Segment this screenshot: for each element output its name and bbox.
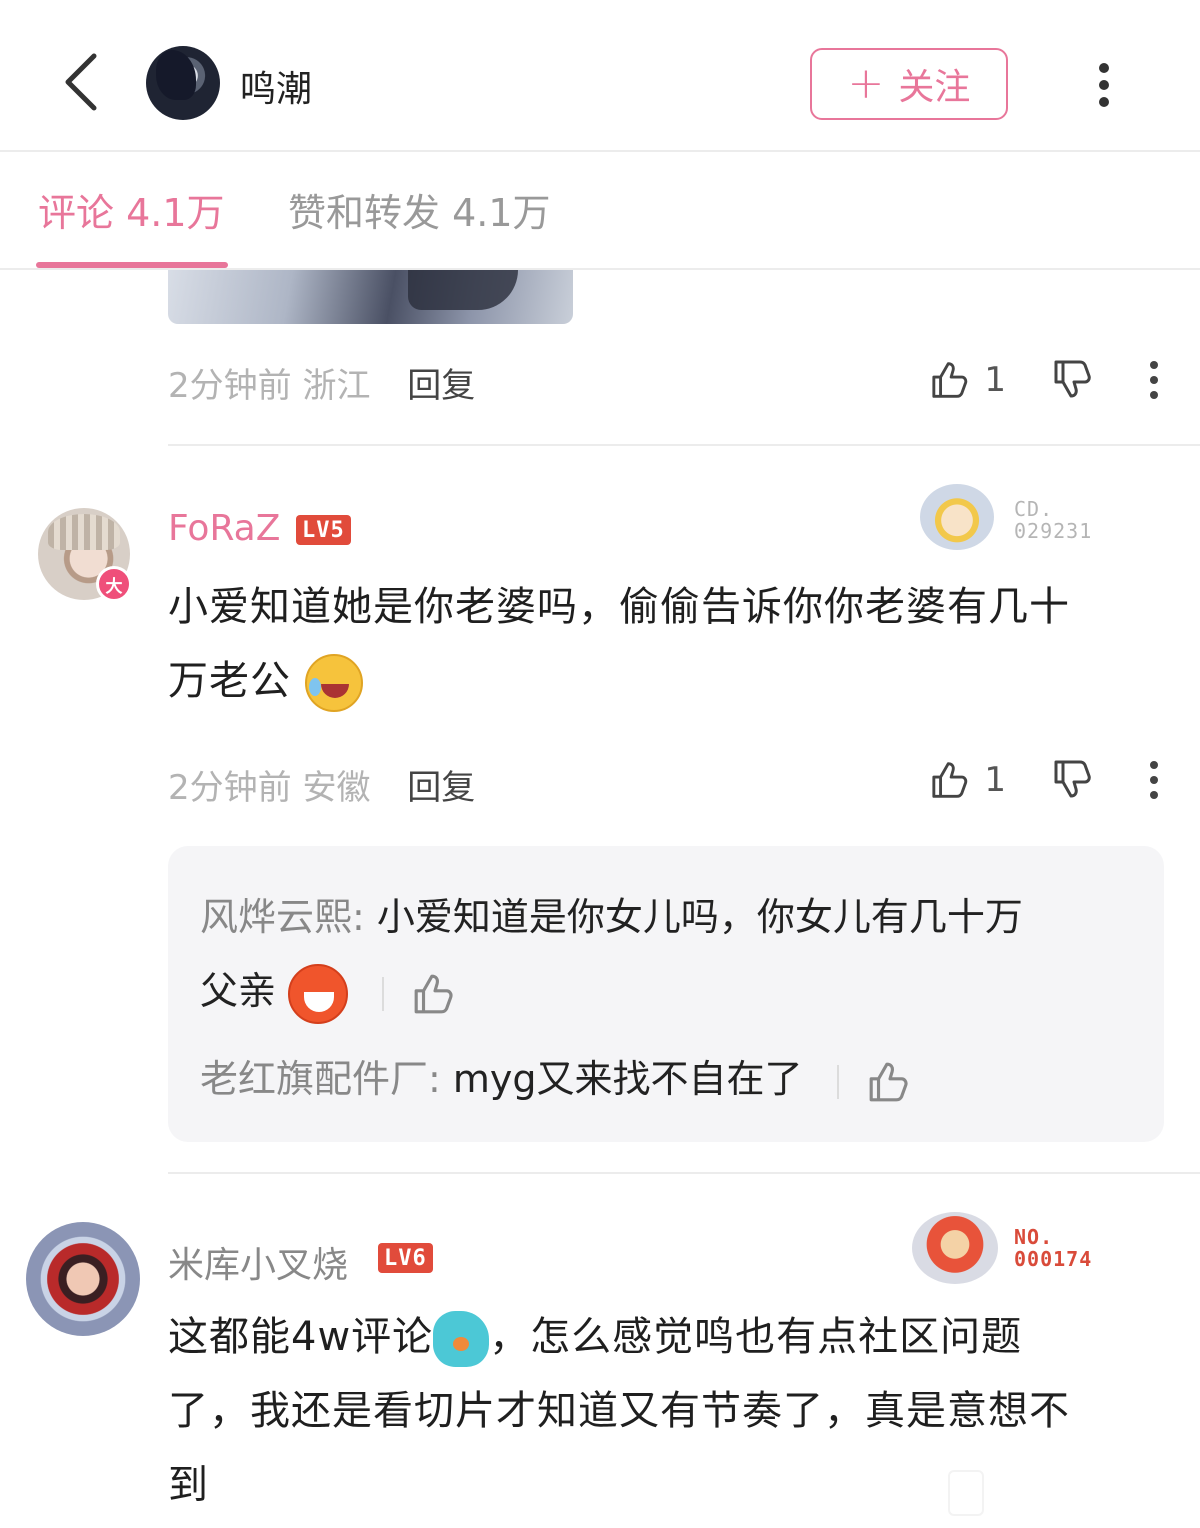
fan-card-number: CD. 029231 [1014, 497, 1093, 543]
comment-text: 这都能4w评论 ，怎么感觉鸣也有点社区问题 了，我还是看切片才知道又有节奏了，真是… [168, 1300, 1168, 1522]
verified-badge: 大 [96, 566, 132, 602]
follow-button[interactable]: + 关注 [810, 48, 1008, 120]
comment-location: 安徽 [302, 768, 371, 808]
thumbs-up-icon[interactable] [412, 972, 456, 1016]
header-avatar[interactable] [146, 46, 220, 120]
thumbs-down-icon[interactable] [1052, 358, 1096, 402]
tab-comments[interactable]: 评论 4.1万 [38, 182, 225, 237]
follow-label: 关注 [898, 67, 971, 108]
more-vertical-icon[interactable] [1146, 760, 1162, 800]
separator [382, 976, 385, 1011]
reply-text: 小爱知道是你女儿吗，你女儿有几十万 [376, 895, 1023, 939]
reply-item-continued: 父亲 [200, 954, 456, 1028]
thumbs-up-icon[interactable] [867, 1060, 911, 1104]
comment-image[interactable] [168, 270, 573, 324]
page-title[interactable]: 鸣潮 [240, 60, 312, 112]
reply-text: myg又来找不自在了 [452, 1057, 803, 1101]
username[interactable]: FoRaZ [168, 508, 280, 549]
like-count: 1 [984, 760, 1006, 800]
level-badge: LV6 [378, 1243, 433, 1273]
comment-meta: 2分钟前 安徽 回复 [168, 760, 475, 809]
more-vertical-icon[interactable] [1094, 62, 1114, 108]
reply-username[interactable]: 老红旗配件厂: [200, 1057, 441, 1101]
watermark-icon [948, 1470, 984, 1516]
level-badge: LV5 [296, 515, 351, 545]
comment-text: 小爱知道她是你老婆吗，偷偷告诉你你老婆有几十 万老公 [168, 570, 1168, 718]
fan-card-image[interactable] [920, 484, 994, 550]
avatar[interactable] [26, 1222, 140, 1336]
replies-container[interactable]: 风烨云熙: 小爱知道是你女儿吗，你女儿有几十万 父亲 老红旗配件厂: myg又来… [168, 846, 1164, 1142]
tab-likes-reposts[interactable]: 赞和转发 4.1万 [288, 182, 551, 237]
yelling-laugh-emoji-icon [288, 963, 349, 1024]
like-count: 1 [984, 360, 1006, 400]
confused-bird-emoji-icon [433, 1311, 490, 1367]
comment-meta: 2分钟前 浙江 回复 [168, 358, 475, 407]
laughing-crying-emoji-icon [304, 654, 363, 712]
like-button[interactable]: 1 [930, 356, 1006, 404]
thumbs-up-icon [932, 762, 968, 798]
comment-location: 浙江 [302, 366, 371, 406]
plus-icon: + [847, 58, 885, 109]
reply-button[interactable]: 回复 [407, 768, 475, 808]
thumbs-down-icon[interactable] [1052, 758, 1096, 802]
separator [836, 1064, 839, 1099]
comment-time: 2分钟前 [168, 366, 292, 406]
like-button[interactable]: 1 [930, 756, 1006, 804]
active-tab-indicator [36, 262, 228, 268]
chevron-left-icon[interactable] [56, 50, 112, 114]
reply-text: 父亲 [200, 969, 277, 1013]
reply-item: 风烨云熙: 小爱知道是你女儿吗，你女儿有几十万 [200, 880, 1023, 954]
reply-item: 老红旗配件厂: myg又来找不自在了 [200, 1042, 911, 1116]
thumbs-up-icon [932, 362, 968, 398]
comment-time: 2分钟前 [168, 768, 292, 808]
reply-username[interactable]: 风烨云熙: [200, 895, 365, 939]
fan-card-image[interactable] [912, 1212, 998, 1284]
divider [168, 1172, 1200, 1174]
divider [168, 444, 1200, 446]
top-bar: 鸣潮 + 关注 [0, 0, 1200, 152]
more-vertical-icon[interactable] [1146, 360, 1162, 400]
reply-button[interactable]: 回复 [407, 366, 475, 406]
username[interactable]: 米库小叉烧 [168, 1236, 348, 1288]
comment-tabs: 评论 4.1万 赞和转发 4.1万 [0, 152, 1200, 270]
fan-card-number: NO. 000174 [1014, 1225, 1093, 1271]
